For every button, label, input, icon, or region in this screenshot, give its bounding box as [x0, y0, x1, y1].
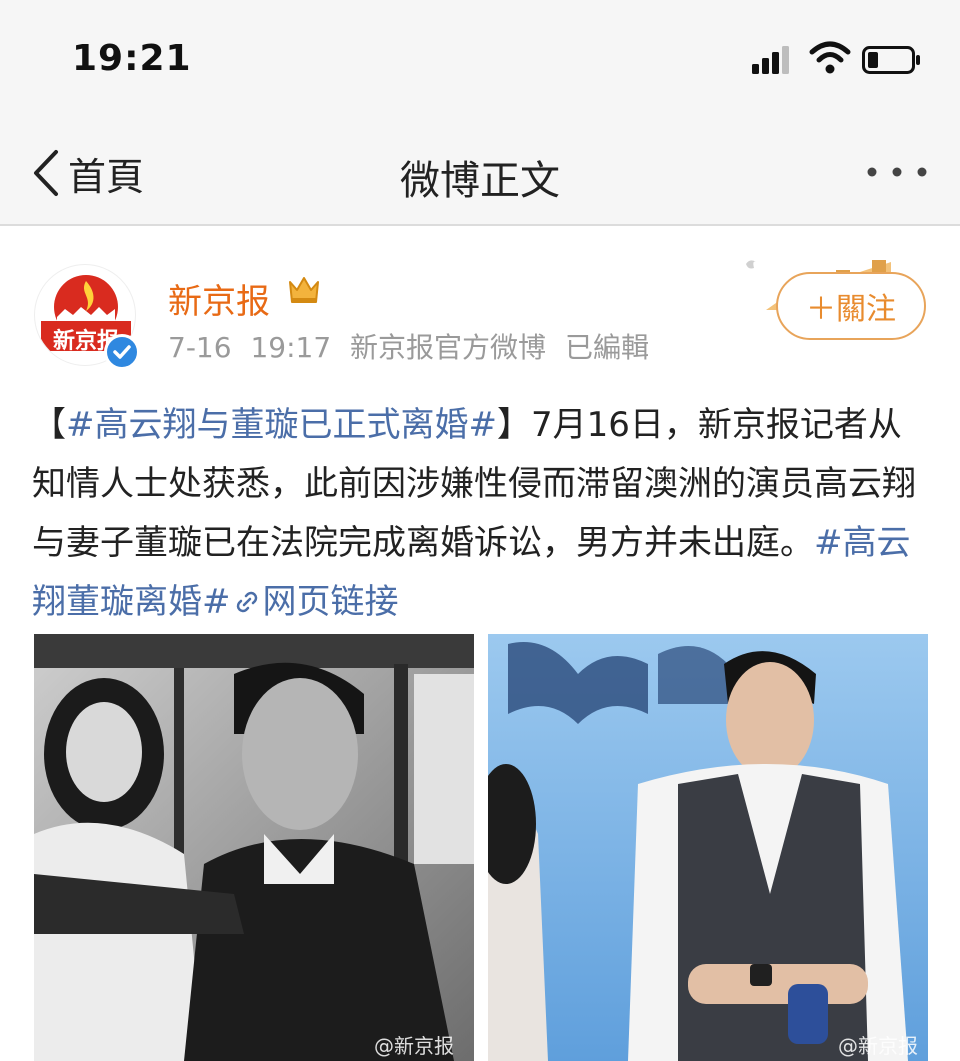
status-bar: 19:21 — [0, 0, 960, 110]
battery-icon — [862, 46, 920, 74]
web-link[interactable]: 网页链接 — [231, 582, 399, 622]
post-image-2[interactable]: @新京报 — [488, 634, 928, 1061]
crown-vip-icon[interactable] — [286, 272, 322, 308]
signal-icon — [752, 46, 789, 74]
link-icon — [236, 591, 257, 613]
nav-bar: 首頁 微博正文 — [0, 110, 960, 226]
bracket-close: 】 — [496, 405, 531, 445]
post-image-1[interactable]: @新京报 — [34, 634, 474, 1061]
page-title: 微博正文 — [400, 158, 560, 204]
status-time: 19:21 — [72, 38, 192, 79]
follow-button[interactable]: ＋關注 — [776, 272, 926, 340]
image-watermark-2: @新京报 — [838, 1034, 918, 1058]
photo-bw-couple — [34, 634, 474, 1061]
hashtag-link[interactable]: #高云翔与董璇已正式离婚# — [66, 405, 497, 445]
weibo-post: 新京报 新京报 7-16 19:17 新京报官方微博 已編輯 ＋關注 【#高云翔… — [0, 228, 960, 1061]
wifi-icon — [809, 41, 851, 74]
image-watermark: @新京报 — [374, 1034, 454, 1058]
web-link-label: 网页链接 — [262, 582, 399, 622]
more-icon[interactable] — [862, 162, 932, 182]
username[interactable]: 新京报 — [168, 274, 270, 323]
bracket-open: 【 — [32, 405, 66, 445]
photo-stage-man — [488, 634, 928, 1061]
post-meta: 7-16 19:17 新京报官方微博 已編輯 — [168, 331, 649, 364]
verified-icon — [104, 334, 140, 370]
post-text: 【#高云翔与董璇已正式离婚#】7月16日，新京报记者从知情人士处获悉，此前因涉嫌… — [32, 396, 932, 632]
